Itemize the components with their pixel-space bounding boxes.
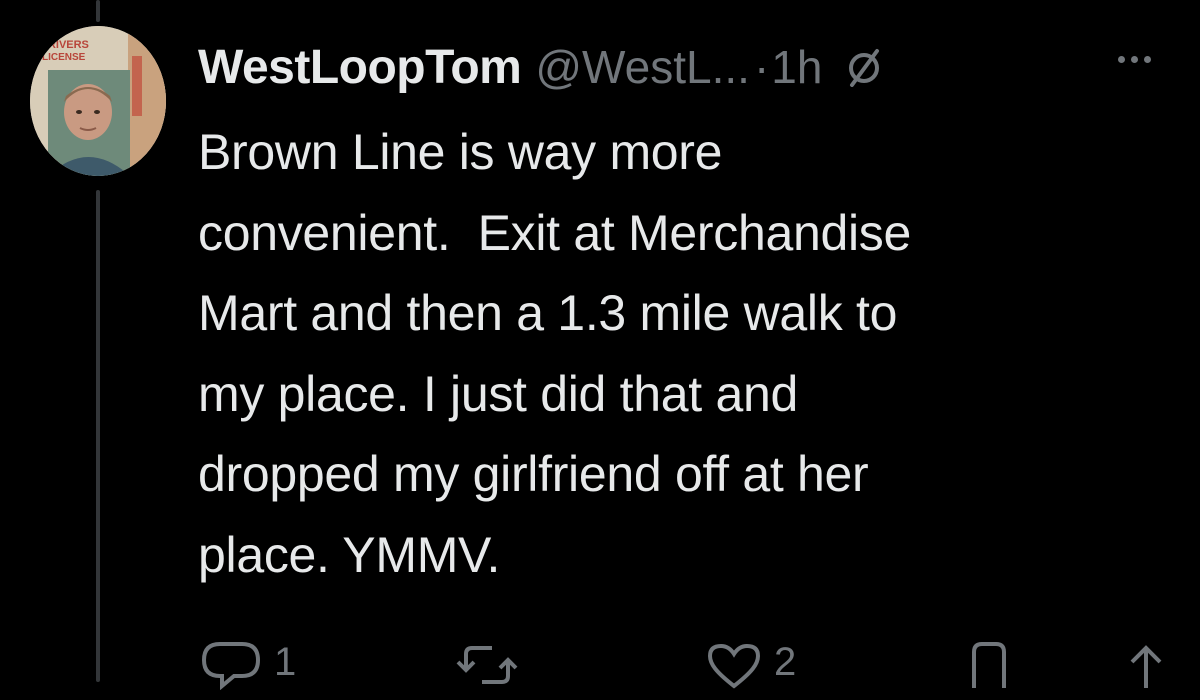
reply-icon — [201, 642, 261, 690]
share-button[interactable] — [1124, 640, 1168, 690]
display-name[interactable]: WestLoopTom — [198, 40, 522, 95]
retweet-button[interactable] — [452, 640, 534, 690]
avatar-license-text-2: LICENSE — [42, 52, 86, 63]
reply-button[interactable]: 1 — [200, 640, 296, 690]
thread-connector-bottom — [96, 190, 100, 682]
more-options-icon[interactable] — [1118, 56, 1151, 63]
reply-count: 1 — [274, 640, 297, 684]
timestamp[interactable]: 1h — [771, 40, 822, 94]
tweet-header: WestLoopTom @WestL... · 1h — [198, 34, 884, 100]
retweet-icon — [456, 646, 518, 684]
like-count: 2 — [774, 640, 797, 684]
bookmark-button[interactable] — [964, 640, 1014, 690]
bookmark-icon — [972, 642, 1006, 688]
avatar[interactable]: DRIVERS LICENSE — [30, 26, 166, 176]
tweet-actions: 1 2 — [0, 640, 1200, 700]
avatar-license-text-1: DRIVERS — [40, 39, 89, 51]
like-button[interactable]: 2 — [706, 640, 796, 690]
separator-dot: · — [753, 41, 770, 93]
user-handle[interactable]: @WestL... — [535, 40, 750, 94]
heart-icon — [707, 643, 761, 689]
tweet-text: Brown Line is way more convenient. Exit … — [198, 124, 912, 583]
share-icon — [1130, 645, 1162, 688]
thread-connector-top — [96, 0, 100, 22]
muted-icon — [844, 47, 884, 87]
